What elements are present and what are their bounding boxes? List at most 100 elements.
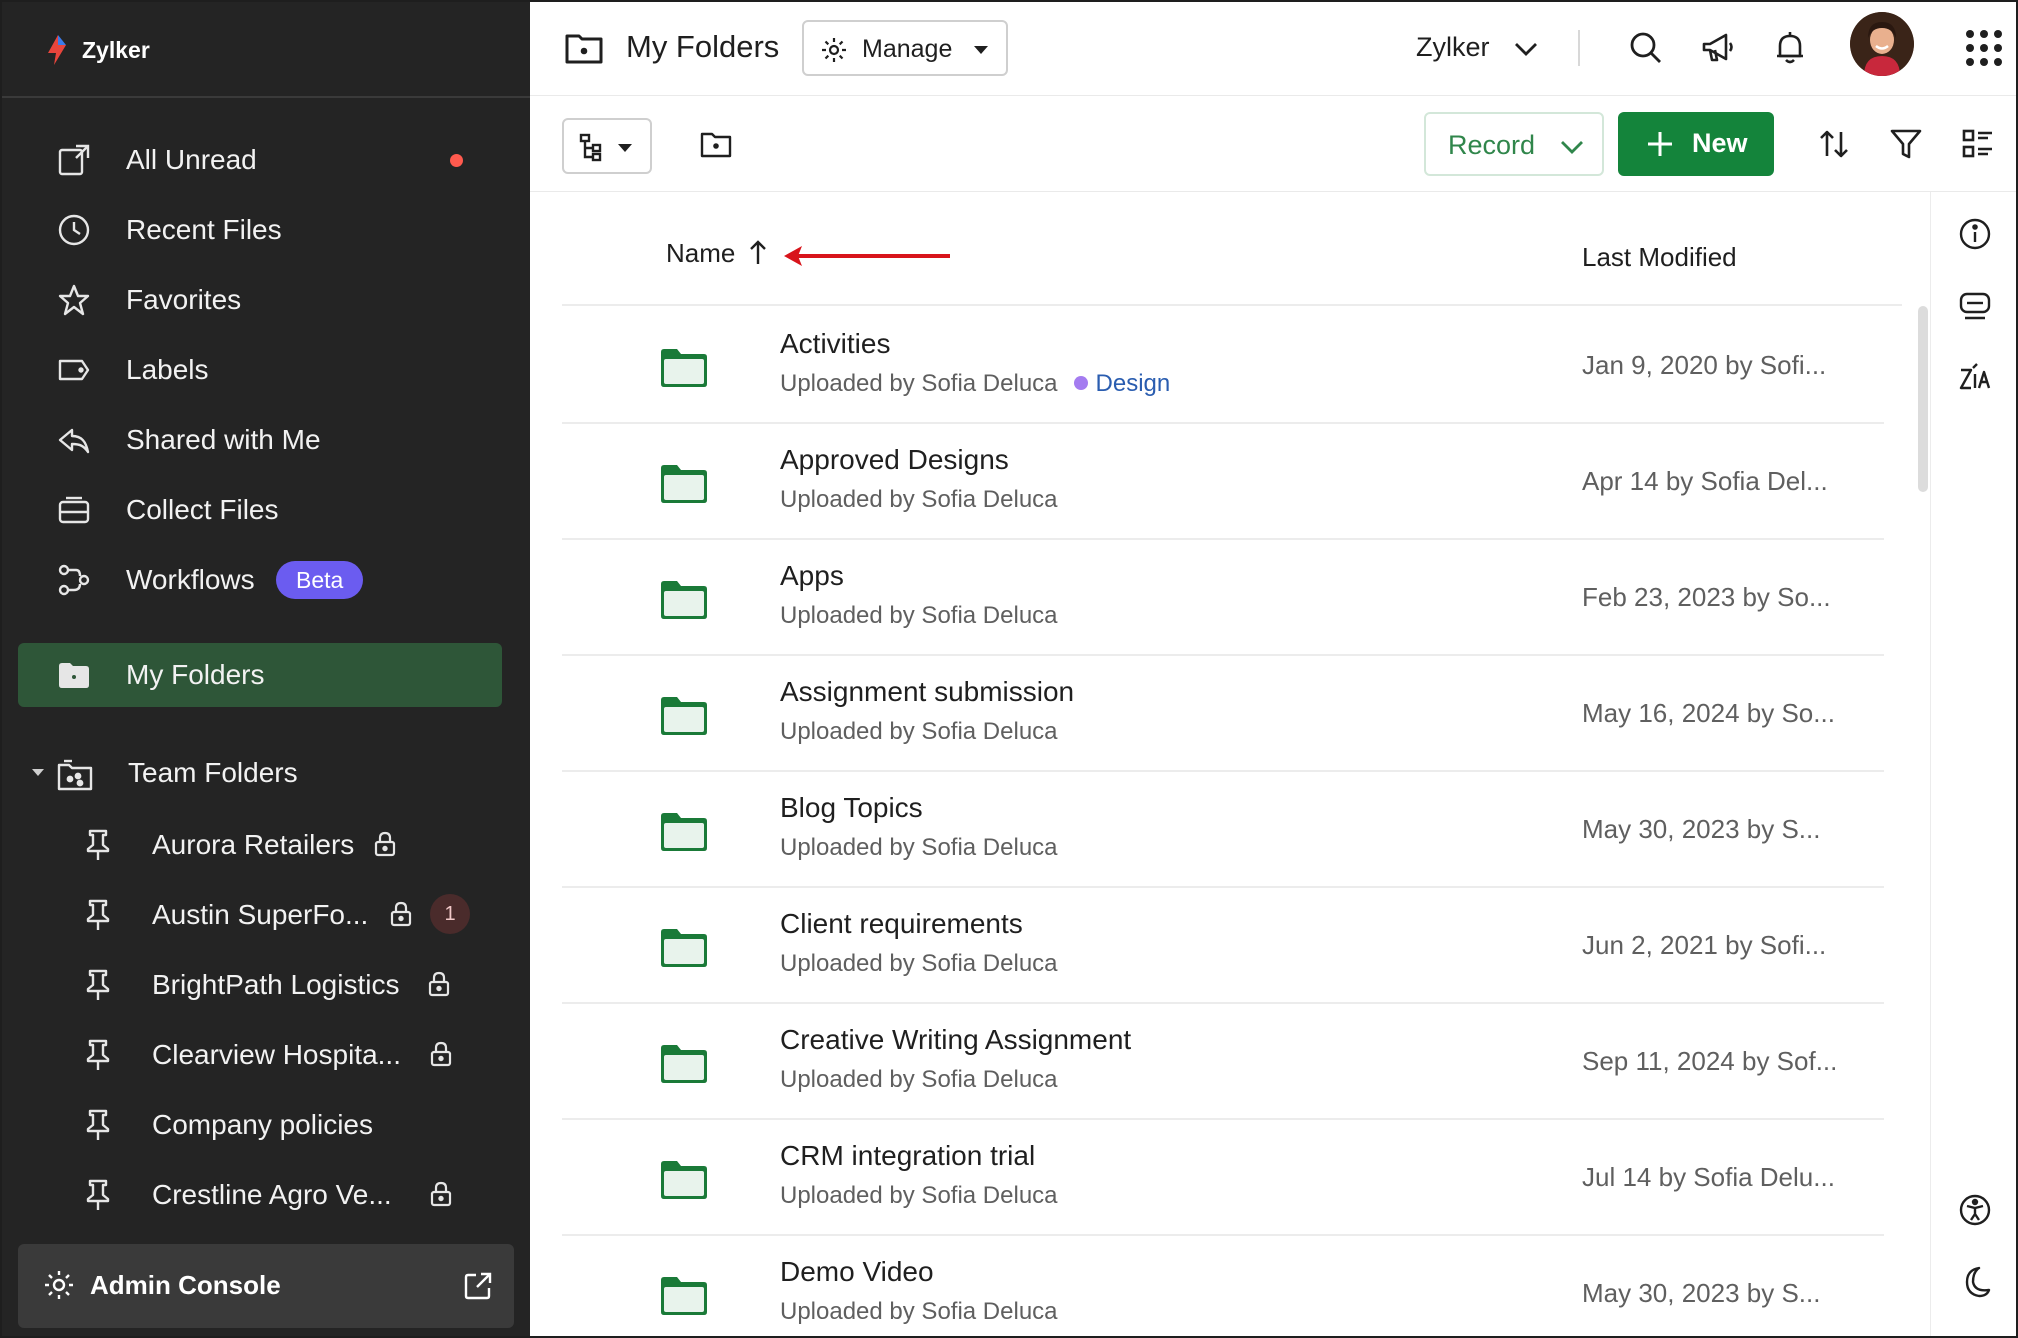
chevron-down-icon [1561, 141, 1583, 154]
folder-name[interactable]: CRM integration trial [780, 1140, 1035, 1172]
folder-icon [661, 349, 707, 387]
folder-icon [661, 1277, 707, 1315]
list-view-icon[interactable] [1960, 126, 1996, 162]
scrollbar-thumb[interactable] [1918, 306, 1928, 492]
brand[interactable]: Zylker [44, 30, 150, 70]
table-row[interactable]: Approved Designs Uploaded by Sofia Deluca… [562, 424, 1884, 540]
folder-name[interactable]: Demo Video [780, 1256, 934, 1288]
folder-icon [661, 1045, 707, 1083]
table-row[interactable]: Creative Writing Assignment Uploaded by S… [562, 1004, 1884, 1120]
notification-count-badge: 1 [430, 894, 470, 934]
last-modified-text: Jan 9, 2020 by Sofi... [1582, 350, 1827, 380]
sidebar-item-shared-with-me[interactable]: Shared with Me [18, 408, 502, 472]
folder-subtitle: Uploaded by Sofia Deluca [780, 602, 1058, 630]
filter-icon[interactable] [1888, 126, 1924, 162]
record-button[interactable]: Record [1424, 112, 1604, 176]
caret-down-icon[interactable] [32, 769, 44, 776]
sort-icon[interactable] [1816, 126, 1852, 162]
label-icon [58, 359, 90, 381]
page-title: My Folders [626, 29, 780, 64]
search-icon[interactable] [1628, 30, 1664, 66]
manage-button[interactable]: Manage [802, 20, 1008, 76]
sidebar-item-label: Shared with Me [126, 424, 321, 455]
table-row[interactable]: CRM integration trial Uploaded by Sofia D… [562, 1120, 1884, 1236]
tree-view-icon [579, 133, 602, 162]
folder-name[interactable]: Activities [780, 328, 890, 360]
admin-console-label: Admin Console [90, 1270, 281, 1300]
zia-icon[interactable] [1957, 360, 1993, 396]
gear-icon [822, 38, 846, 62]
team-folder-austin-superfo[interactable]: Austin SuperFo... 1 [18, 883, 502, 947]
new-folder-icon[interactable] [700, 130, 732, 158]
collect-icon [58, 496, 90, 524]
sidebar-item-all-unread[interactable]: All Unread [18, 128, 502, 192]
user-avatar-icon [1850, 12, 1914, 76]
folder-name[interactable]: Assignment submission [780, 676, 1074, 708]
team-folder-brightpath-logistics[interactable]: BrightPath Logistics [18, 953, 502, 1017]
sidebar-item-label: All Unread [126, 144, 257, 175]
bell-icon[interactable] [1772, 30, 1808, 66]
view-switcher-button[interactable] [562, 118, 652, 174]
dark-mode-icon[interactable] [1957, 1264, 1993, 1300]
uploaded-by-text: Uploaded by Sofia Deluca [780, 834, 1058, 861]
header-divider [562, 304, 1902, 306]
apps-grid-icon[interactable] [1964, 28, 2004, 68]
table-row[interactable]: Activities Uploaded by Sofia Deluca Design… [562, 308, 1884, 424]
lock-icon [374, 831, 396, 857]
last-modified-text: May 16, 2024 by So... [1582, 698, 1835, 728]
column-header-name[interactable]: Name [666, 238, 735, 269]
admin-console-button[interactable]: Admin Console [18, 1244, 514, 1328]
sidebar-item-labels[interactable]: Labels [18, 338, 502, 402]
lock-icon [430, 1181, 452, 1207]
team-folders-label: Team Folders [128, 757, 298, 788]
team-folder-crestline-agro[interactable]: Crestline Agro Ve... [18, 1163, 502, 1227]
chevron-down-icon [1515, 43, 1537, 56]
clock-icon [58, 214, 90, 246]
sidebar: Zylker All Unread Recent Files Favorites… [2, 2, 530, 1336]
avatar[interactable] [1850, 12, 1914, 76]
table-row[interactable]: Assignment submission Uploaded by Sofia D… [562, 656, 1884, 772]
folder-icon [59, 663, 89, 688]
folder-outline-icon [565, 34, 603, 64]
table-row[interactable]: Apps Uploaded by Sofia Deluca Feb 23, 2023… [562, 540, 1884, 656]
column-header-last-modified[interactable]: Last Modified [1582, 242, 1737, 273]
team-folder-label: Aurora Retailers [152, 829, 355, 860]
label-tag[interactable]: Design [1096, 370, 1171, 397]
app-window: Zylker All Unread Recent Files Favorites… [0, 0, 2018, 1338]
team-folder-label: Clearview Hospita... [152, 1039, 401, 1070]
folder-name[interactable]: Creative Writing Assignment [780, 1024, 1131, 1056]
sidebar-item-favorites[interactable]: Favorites [18, 268, 502, 332]
team-folder-company-policies[interactable]: Company policies [18, 1093, 502, 1157]
folder-name[interactable]: Apps [780, 560, 844, 592]
unread-indicator [450, 154, 463, 167]
folder-name[interactable]: Approved Designs [780, 444, 1009, 476]
lock-icon [430, 1041, 452, 1067]
info-icon[interactable] [1957, 216, 1993, 252]
comment-icon[interactable] [1957, 288, 1993, 324]
accessibility-icon[interactable] [1957, 1192, 1993, 1228]
sidebar-item-recent-files[interactable]: Recent Files [18, 198, 502, 262]
team-folder-label: BrightPath Logistics [152, 969, 400, 1000]
new-button[interactable]: New [1618, 112, 1774, 176]
table-row[interactable]: Client requirements Uploaded by Sofia Del… [562, 888, 1884, 1004]
pin-icon [86, 1179, 110, 1210]
table-row[interactable]: Blog Topics Uploaded by Sofia Deluca May 3… [562, 772, 1884, 888]
sidebar-item-collect-files[interactable]: Collect Files [18, 478, 502, 542]
team-folder-clearview-hospita[interactable]: Clearview Hospita... [18, 1023, 502, 1087]
all-unread-icon [58, 144, 90, 176]
last-modified-text: Sep 11, 2024 by Sof... [1582, 1046, 1838, 1076]
external-link-icon[interactable] [462, 1270, 494, 1302]
folder-name[interactable]: Client requirements [780, 908, 1023, 940]
team-folder-aurora-retailers[interactable]: Aurora Retailers [18, 813, 502, 877]
team-folders-header[interactable]: Team Folders [18, 743, 502, 807]
table-row[interactable]: Demo Video Uploaded by Sofia Deluca May 30… [562, 1236, 1884, 1336]
uploaded-by-text: Uploaded by Sofia Deluca [780, 950, 1058, 977]
sidebar-item-my-folders[interactable]: My Folders [18, 643, 502, 707]
announcement-icon[interactable] [1700, 30, 1736, 66]
org-name: Zylker [1416, 32, 1490, 62]
sidebar-item-workflows[interactable]: Workflows Beta [18, 548, 502, 612]
folder-name[interactable]: Blog Topics [780, 792, 923, 824]
manage-label: Manage [862, 35, 953, 63]
pin-icon [86, 969, 110, 1000]
sort-ascending-icon[interactable] [748, 238, 768, 266]
